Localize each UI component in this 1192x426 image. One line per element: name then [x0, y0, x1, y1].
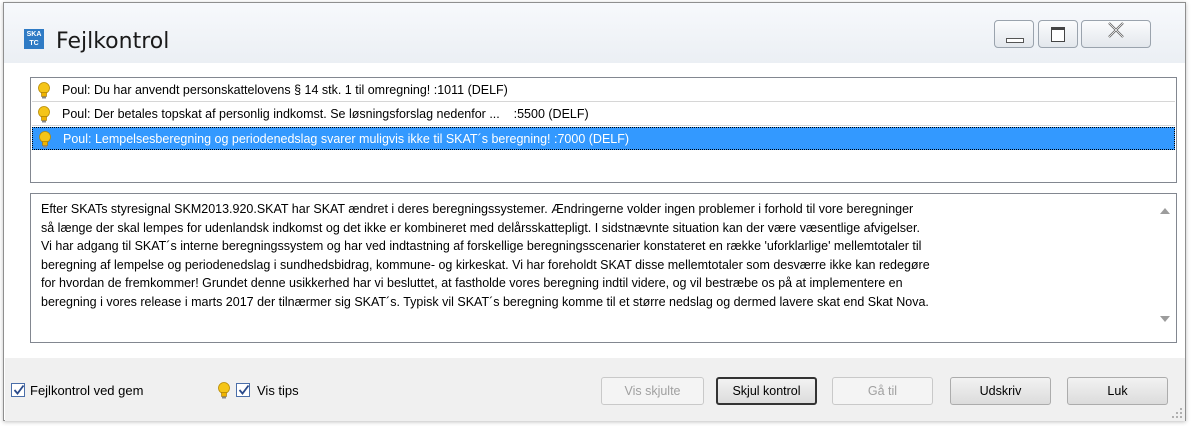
maximize-button[interactable] [1038, 20, 1078, 48]
description-line: beregning af lempelse og periodenedslag … [41, 257, 930, 272]
check-on-save-checkbox[interactable] [11, 383, 25, 397]
close-button[interactable]: Luk [1067, 377, 1168, 405]
resize-grip-icon[interactable] [1171, 407, 1183, 419]
checkmark-icon [238, 384, 250, 395]
check-on-save-label: Fejlkontrol ved gem [30, 383, 144, 398]
show-tips-label: Vis tips [257, 383, 299, 398]
lightbulb-icon [218, 382, 230, 404]
minimize-button[interactable] [994, 20, 1034, 48]
error-list-item[interactable]: Poul: Der betales topskat af personlig i… [32, 103, 1175, 126]
fejlkontrol-window: SKA TC Fejlkontrol Poul: Du har anvendt p… [3, 2, 1186, 421]
error-list-item-selected[interactable]: Poul: Lempelsesberegning og periodenedsl… [32, 127, 1175, 150]
close-icon [1106, 21, 1126, 45]
error-list[interactable]: Poul: Du har anvendt personskattelovens … [30, 77, 1177, 183]
show-hidden-button[interactable]: Vis skjulte [601, 377, 704, 405]
description-line: beregning i vores release i marts 2017 d… [41, 294, 929, 309]
title-bar[interactable]: SKA TC Fejlkontrol [4, 3, 1185, 63]
scroll-down-arrow-icon[interactable] [1160, 316, 1170, 322]
error-list-item[interactable]: Poul: Du har anvendt personskattelovens … [32, 79, 1175, 102]
description-line: for hvordan de fremkommer! Grundet denne… [41, 276, 903, 290]
description-line: Vi har adgang til SKAT´s interne beregni… [41, 239, 922, 253]
window-title: Fejlkontrol [56, 29, 170, 54]
scroll-up-arrow-icon[interactable] [1160, 208, 1170, 214]
goto-button[interactable]: Gå til [832, 377, 933, 405]
hide-check-button[interactable]: Skjul kontrol [716, 377, 817, 405]
description-text: Efter SKATs styresignal SKM2013.920.SKAT… [41, 200, 1136, 311]
footer-bar: Fejlkontrol ved gem Vis tips Vis skjulte… [5, 358, 1185, 421]
description-line: så længe der skal lempes for udenlandsk … [41, 220, 920, 235]
checkmark-icon [13, 384, 25, 395]
lightbulb-icon [38, 106, 50, 123]
description-line: Efter SKATs styresignal SKM2013.920.SKAT… [41, 202, 914, 216]
description-box[interactable]: Efter SKATs styresignal SKM2013.920.SKAT… [30, 193, 1177, 343]
print-button[interactable]: Udskriv [950, 377, 1051, 405]
close-window-button[interactable] [1081, 20, 1151, 48]
lightbulb-icon [38, 82, 50, 99]
app-icon: SKA TC [24, 29, 44, 49]
lightbulb-icon [39, 131, 51, 148]
show-tips-checkbox[interactable] [236, 383, 250, 397]
